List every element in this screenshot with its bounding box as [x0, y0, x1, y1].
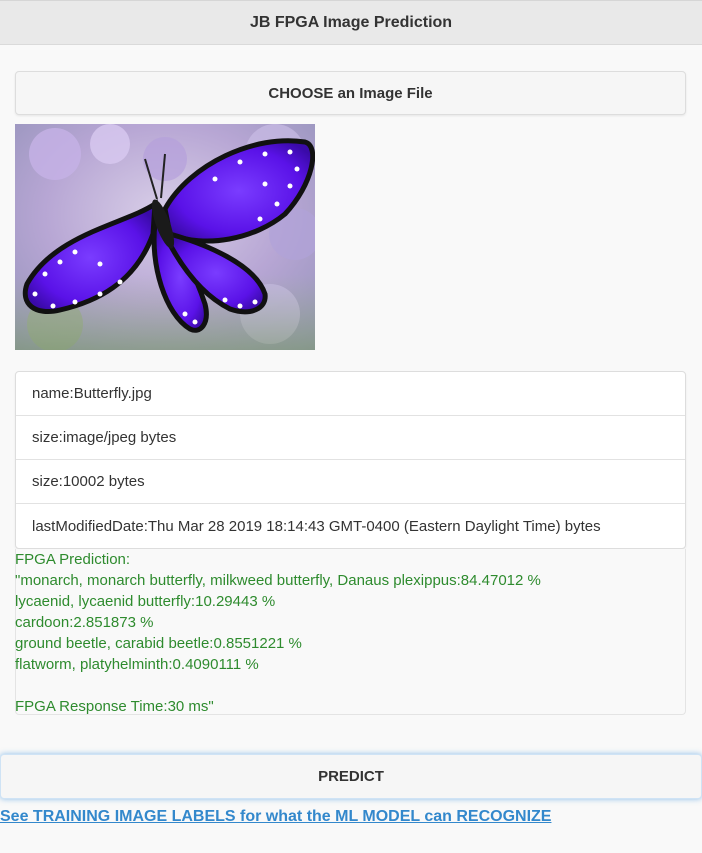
prediction-line: ground beetle, carabid beetle:0.8551221 … [15, 635, 302, 652]
prediction-output: FPGA Prediction: "monarch, monarch butter… [15, 549, 680, 717]
training-labels-link[interactable]: See TRAINING IMAGE LABELS for what the M… [0, 808, 551, 826]
page-header: JB FPGA Image Prediction [0, 0, 702, 45]
prediction-line: flatworm, platyhelminth:0.4090111 % [15, 656, 259, 673]
predict-button-label: PREDICT [318, 768, 384, 785]
file-type-row: size:image/jpeg bytes [16, 416, 685, 460]
choose-image-file-button[interactable]: CHOOSE an Image File [15, 71, 686, 115]
page-title: JB FPGA Image Prediction [249, 13, 453, 31]
prediction-line: lycaenid, lycaenid butterfly:10.29443 % [15, 593, 276, 610]
prediction-heading: FPGA Prediction: [15, 551, 131, 568]
file-modified-text: lastModifiedDate:Thu Mar 28 2019 18:14:4… [32, 517, 601, 535]
prediction-line: cardoon:2.851873 % [15, 614, 154, 631]
image-preview [15, 124, 315, 350]
file-name-text: name:Butterfly.jpg [32, 385, 152, 402]
file-size-row: size:10002 bytes [16, 460, 685, 504]
file-name-row: name:Butterfly.jpg [16, 372, 685, 416]
file-type-text: size:image/jpeg bytes [32, 429, 177, 446]
file-size-text: size:10002 bytes [32, 473, 145, 490]
prediction-line: "monarch, monarch butterfly, milkweed bu… [15, 572, 541, 589]
response-time-line: FPGA Response Time:30 ms" [15, 698, 214, 715]
file-info-list: name:Butterfly.jpg size:image/jpeg bytes… [15, 371, 686, 549]
prediction-blank-line [15, 675, 680, 696]
file-modified-row: lastModifiedDate:Thu Mar 28 2019 18:14:4… [16, 504, 685, 548]
butterfly-image [15, 124, 315, 350]
choose-button-label: CHOOSE an Image File [268, 84, 433, 102]
predict-button[interactable]: PREDICT [0, 754, 702, 799]
